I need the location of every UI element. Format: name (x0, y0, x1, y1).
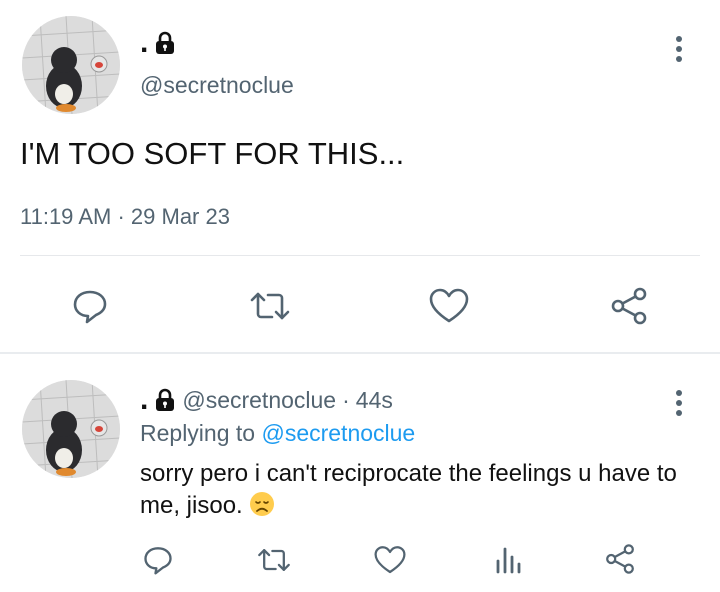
share-icon[interactable] (602, 540, 638, 578)
display-name[interactable]: . (140, 28, 148, 58)
divider (20, 255, 700, 256)
replying-to: Replying to @secretnoclue (140, 420, 415, 447)
replying-handle-link[interactable]: @secretnoclue (261, 420, 415, 446)
lock-icon (154, 29, 176, 57)
reply-text-block: sorry pero i can't reciprocate the feeli… (140, 458, 700, 522)
reply-card[interactable]: . @secretnoclue · 44s Replying to @secre… (0, 354, 720, 592)
reply-icon[interactable] (70, 286, 110, 326)
heart-icon[interactable] (428, 286, 470, 326)
reply-header: . @secretnoclue · 44s (140, 384, 393, 416)
tweet-time: 11:19 AM (20, 204, 112, 229)
tweet-card: . @secretnoclue I'M TOO SOFT FOR THIS...… (0, 0, 720, 352)
share-icon[interactable] (608, 284, 650, 328)
tweet-text: I'M TOO SOFT FOR THIS... (20, 136, 405, 171)
tweet-date: 29 Mar 23 (130, 204, 230, 229)
analytics-icon[interactable] (490, 542, 526, 578)
author-handle[interactable]: @secretnoclue (140, 72, 294, 99)
reply-text: sorry pero i can't reciprocate the feeli… (140, 460, 677, 519)
separator: · (342, 386, 350, 413)
heart-icon[interactable] (372, 542, 408, 578)
author-handle[interactable]: @secretnoclue (182, 387, 336, 414)
retweet-icon[interactable] (248, 286, 292, 326)
separator: · (117, 204, 125, 229)
more-vertical-icon[interactable] (673, 36, 685, 62)
reply-time: 44s (355, 386, 393, 413)
more-vertical-icon[interactable] (673, 390, 685, 416)
retweet-icon[interactable] (254, 542, 294, 578)
disappointed-face-emoji (249, 491, 275, 517)
reply-icon[interactable] (140, 542, 176, 578)
author-name-row: . (140, 26, 176, 60)
lock-icon (154, 387, 176, 413)
replying-prefix: Replying to (140, 420, 256, 446)
avatar[interactable] (22, 16, 120, 114)
tweet-timestamp: 11:19 AM · 29 Mar 23 (20, 204, 230, 230)
display-name[interactable]: . (140, 385, 148, 415)
avatar[interactable] (22, 380, 120, 478)
